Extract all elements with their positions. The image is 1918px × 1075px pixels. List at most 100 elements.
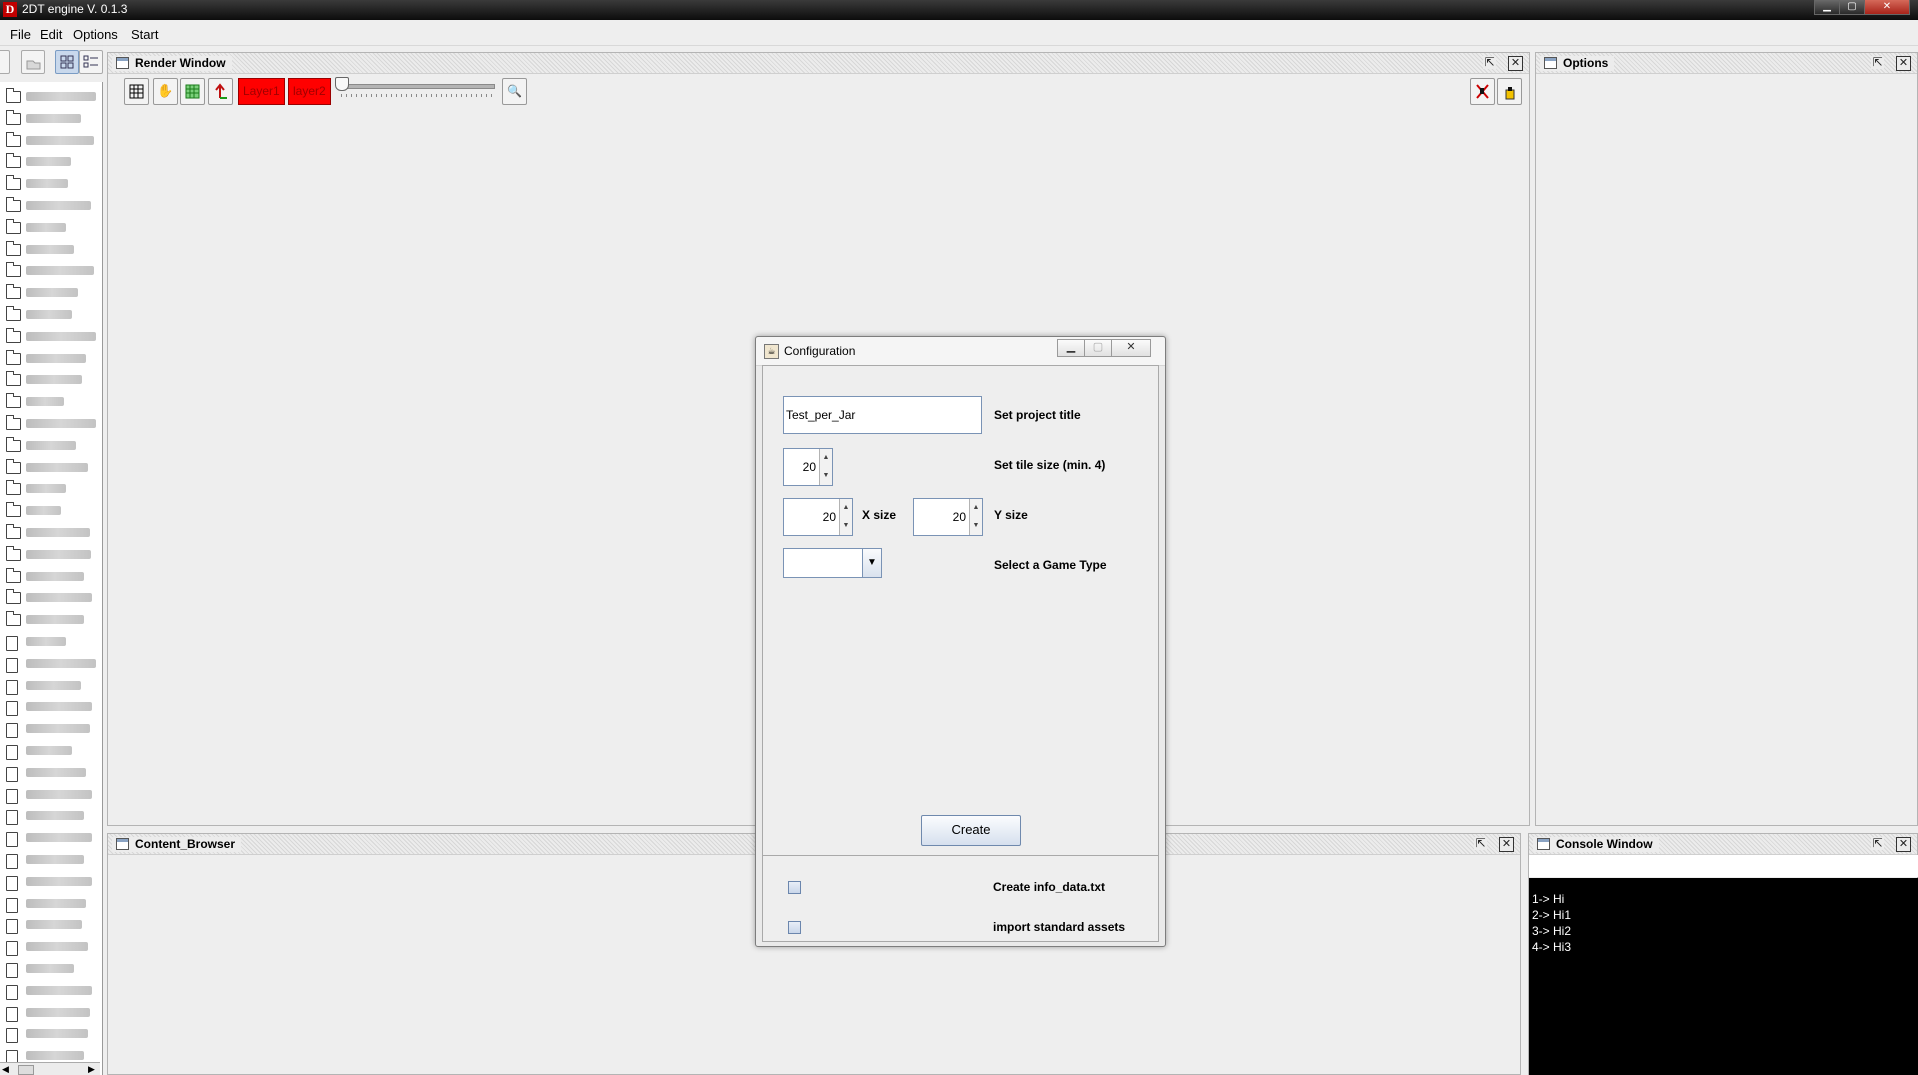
tree-item[interactable] [26, 462, 88, 472]
spin-up-icon[interactable]: ▲ [970, 499, 982, 517]
close-window-button[interactable]: ✕ [1864, 0, 1910, 15]
tree-item[interactable] [26, 528, 90, 537]
dialog-close-button[interactable]: ✕ [1111, 339, 1151, 357]
zoom-slider-thumb[interactable] [335, 77, 349, 91]
tree-item[interactable] [26, 397, 64, 407]
tree-item[interactable] [26, 898, 86, 908]
tree-item[interactable] [26, 789, 92, 799]
spin-down-icon[interactable]: ▼ [970, 517, 982, 535]
float-window-icon[interactable]: ⇱ [1483, 56, 1496, 69]
tree-item[interactable] [26, 375, 82, 385]
tree-item[interactable] [26, 92, 96, 101]
console-window-titlebar[interactable]: Console Window ⇱ ✕ [1529, 834, 1917, 855]
list-view-icon[interactable] [79, 50, 103, 74]
render-window-titlebar[interactable]: Render Window ⇱ ✕ [108, 53, 1529, 74]
tree-item[interactable] [26, 680, 81, 690]
tree-item[interactable] [26, 113, 81, 123]
chevron-down-icon[interactable]: ▼ [862, 549, 881, 577]
tree-item[interactable] [26, 702, 92, 712]
spin-down-icon[interactable]: ▼ [840, 517, 852, 535]
magnifier-icon[interactable]: 🔍 [502, 78, 527, 105]
tree-item[interactable] [26, 942, 88, 952]
grid-view-icon[interactable] [55, 50, 79, 74]
tree-item[interactable] [26, 353, 86, 363]
zoom-slider-track[interactable] [341, 84, 495, 89]
grid-toggle-icon[interactable] [124, 78, 149, 105]
float-window-icon[interactable]: ⇱ [1871, 56, 1884, 69]
import-assets-checkbox[interactable] [788, 921, 801, 934]
tree-item[interactable] [26, 724, 90, 734]
tree-item[interactable] [26, 833, 92, 843]
tree-item[interactable] [26, 157, 71, 167]
tree-item[interactable] [26, 1029, 88, 1039]
tree-back-button[interactable] [0, 50, 10, 74]
tree-item[interactable] [26, 135, 94, 145]
layer1-button[interactable]: Layer1 [238, 78, 285, 105]
scroll-left-icon[interactable]: ◀ [2, 1064, 9, 1075]
pan-hand-icon[interactable]: ✋ [153, 78, 178, 105]
tree-item[interactable] [26, 484, 66, 494]
tree-item[interactable] [26, 440, 76, 450]
minimize-window-button[interactable]: ▁ [1814, 0, 1840, 15]
tree-item[interactable] [26, 985, 92, 995]
tree-item[interactable] [26, 571, 84, 581]
tree-item[interactable] [26, 331, 96, 341]
tree-item[interactable] [26, 767, 86, 777]
menu-options[interactable]: Options [73, 27, 118, 42]
menu-start[interactable]: Start [131, 27, 158, 42]
tree-item[interactable] [26, 549, 91, 559]
tree-item[interactable] [26, 244, 74, 254]
float-window-icon[interactable]: ⇱ [1871, 837, 1884, 850]
tile-grid-icon[interactable] [180, 78, 205, 105]
tree-item[interactable] [26, 920, 82, 930]
close-frame-icon[interactable]: ✕ [1896, 837, 1911, 852]
options-window-titlebar[interactable]: Options ⇱ ✕ [1536, 53, 1917, 74]
dialog-minimize-button[interactable]: ▁ [1057, 339, 1085, 357]
maximize-window-button[interactable]: ▢ [1839, 0, 1865, 15]
tree-item[interactable] [26, 964, 74, 973]
dialog-titlebar[interactable]: ☕ Configuration ▁ ▢ ✕ [756, 337, 1165, 366]
remove-tile-icon[interactable] [1470, 78, 1495, 105]
move-arrow-icon[interactable] [208, 78, 233, 105]
tree-item[interactable] [26, 746, 72, 755]
tree-item[interactable] [26, 1007, 90, 1017]
spin-down-icon[interactable]: ▼ [820, 467, 832, 485]
project-title-input[interactable]: Test_per_Jar [783, 396, 982, 434]
spin-up-icon[interactable]: ▲ [840, 499, 852, 517]
tile-size-spinner[interactable]: 20 ▲ ▼ [783, 448, 833, 486]
tree-item[interactable] [26, 876, 92, 886]
close-frame-icon[interactable]: ✕ [1499, 837, 1514, 852]
tree-item[interactable] [26, 222, 66, 232]
paint-bucket-icon[interactable] [1497, 78, 1522, 105]
tree-item[interactable] [26, 288, 78, 298]
tree-item[interactable] [26, 615, 84, 625]
tree-item[interactable] [26, 811, 84, 821]
tree-horizontal-scrollbar[interactable]: ◀ ▶ [0, 1062, 100, 1075]
close-frame-icon[interactable]: ✕ [1508, 56, 1523, 71]
y-size-spinner[interactable]: 20 ▲ ▼ [913, 498, 983, 536]
close-frame-icon[interactable]: ✕ [1896, 56, 1911, 71]
tree-item[interactable] [26, 179, 68, 189]
tree-item[interactable] [26, 637, 66, 646]
scroll-right-icon[interactable]: ▶ [88, 1064, 95, 1075]
folder-up-icon[interactable] [21, 50, 45, 74]
x-size-spinner[interactable]: 20 ▲ ▼ [783, 498, 853, 536]
tree-item[interactable] [26, 658, 96, 668]
file-tree[interactable] [0, 82, 103, 1075]
tree-item[interactable] [26, 201, 91, 210]
menu-edit[interactable]: Edit [40, 27, 62, 42]
tree-item[interactable] [26, 855, 84, 864]
create-button[interactable]: Create [921, 815, 1021, 846]
tree-item[interactable] [26, 310, 72, 319]
spin-up-icon[interactable]: ▲ [820, 449, 832, 467]
game-type-select[interactable]: ▼ [783, 548, 882, 578]
tree-item[interactable] [26, 266, 94, 276]
tree-item[interactable] [26, 506, 61, 516]
layer2-button[interactable]: layer2 [288, 78, 331, 105]
tree-item[interactable] [26, 419, 96, 428]
tree-item[interactable] [26, 1051, 84, 1061]
scroll-thumb[interactable] [18, 1065, 34, 1075]
info-data-checkbox[interactable] [788, 881, 801, 894]
menu-file[interactable]: File [10, 27, 31, 42]
float-window-icon[interactable]: ⇱ [1474, 837, 1487, 850]
